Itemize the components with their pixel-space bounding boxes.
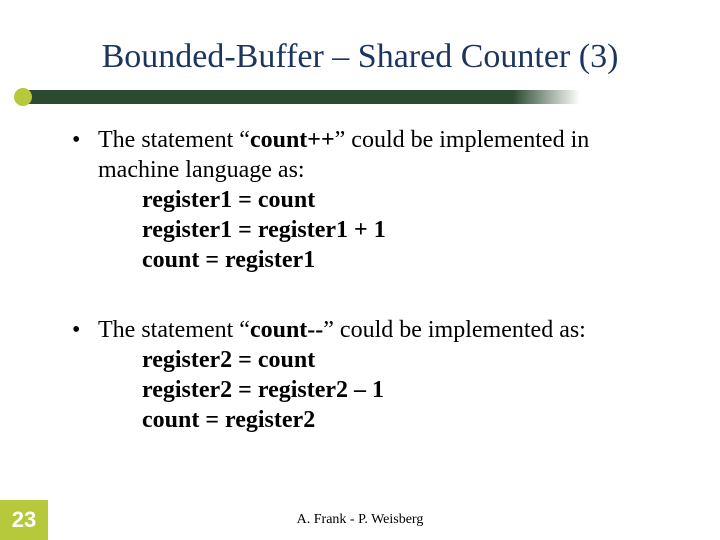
slide-title: Bounded-Buffer – Shared Counter (3) — [0, 38, 720, 76]
underline-bar — [20, 90, 580, 104]
code-line: register2 = register2 – 1 — [142, 375, 670, 405]
slide: Bounded-Buffer – Shared Counter (3) The … — [0, 0, 720, 540]
code-line: register1 = register1 + 1 — [142, 215, 670, 245]
code-line: register1 = count — [142, 185, 670, 215]
bullet-item: The statement “count--” could be impleme… — [70, 315, 670, 435]
underline-dot-icon — [14, 88, 32, 106]
title-underline — [20, 90, 580, 104]
bullet-text-pre: The statement “ — [98, 127, 250, 153]
code-line: register2 = count — [142, 345, 670, 375]
bullet-text-post: ” could be implemented as: — [323, 317, 586, 343]
bullet-text-bold: count-- — [250, 317, 323, 343]
bullet-text-bold: count++ — [250, 127, 335, 153]
code-line: count = register1 — [142, 245, 670, 275]
bullet-item: The statement “count++” could be impleme… — [70, 125, 670, 275]
bullet-text-pre: The statement “ — [98, 317, 250, 343]
code-line: count = register2 — [142, 405, 670, 435]
body-content: The statement “count++” could be impleme… — [70, 125, 670, 475]
footer-text: A. Frank - P. Weisberg — [0, 512, 720, 528]
